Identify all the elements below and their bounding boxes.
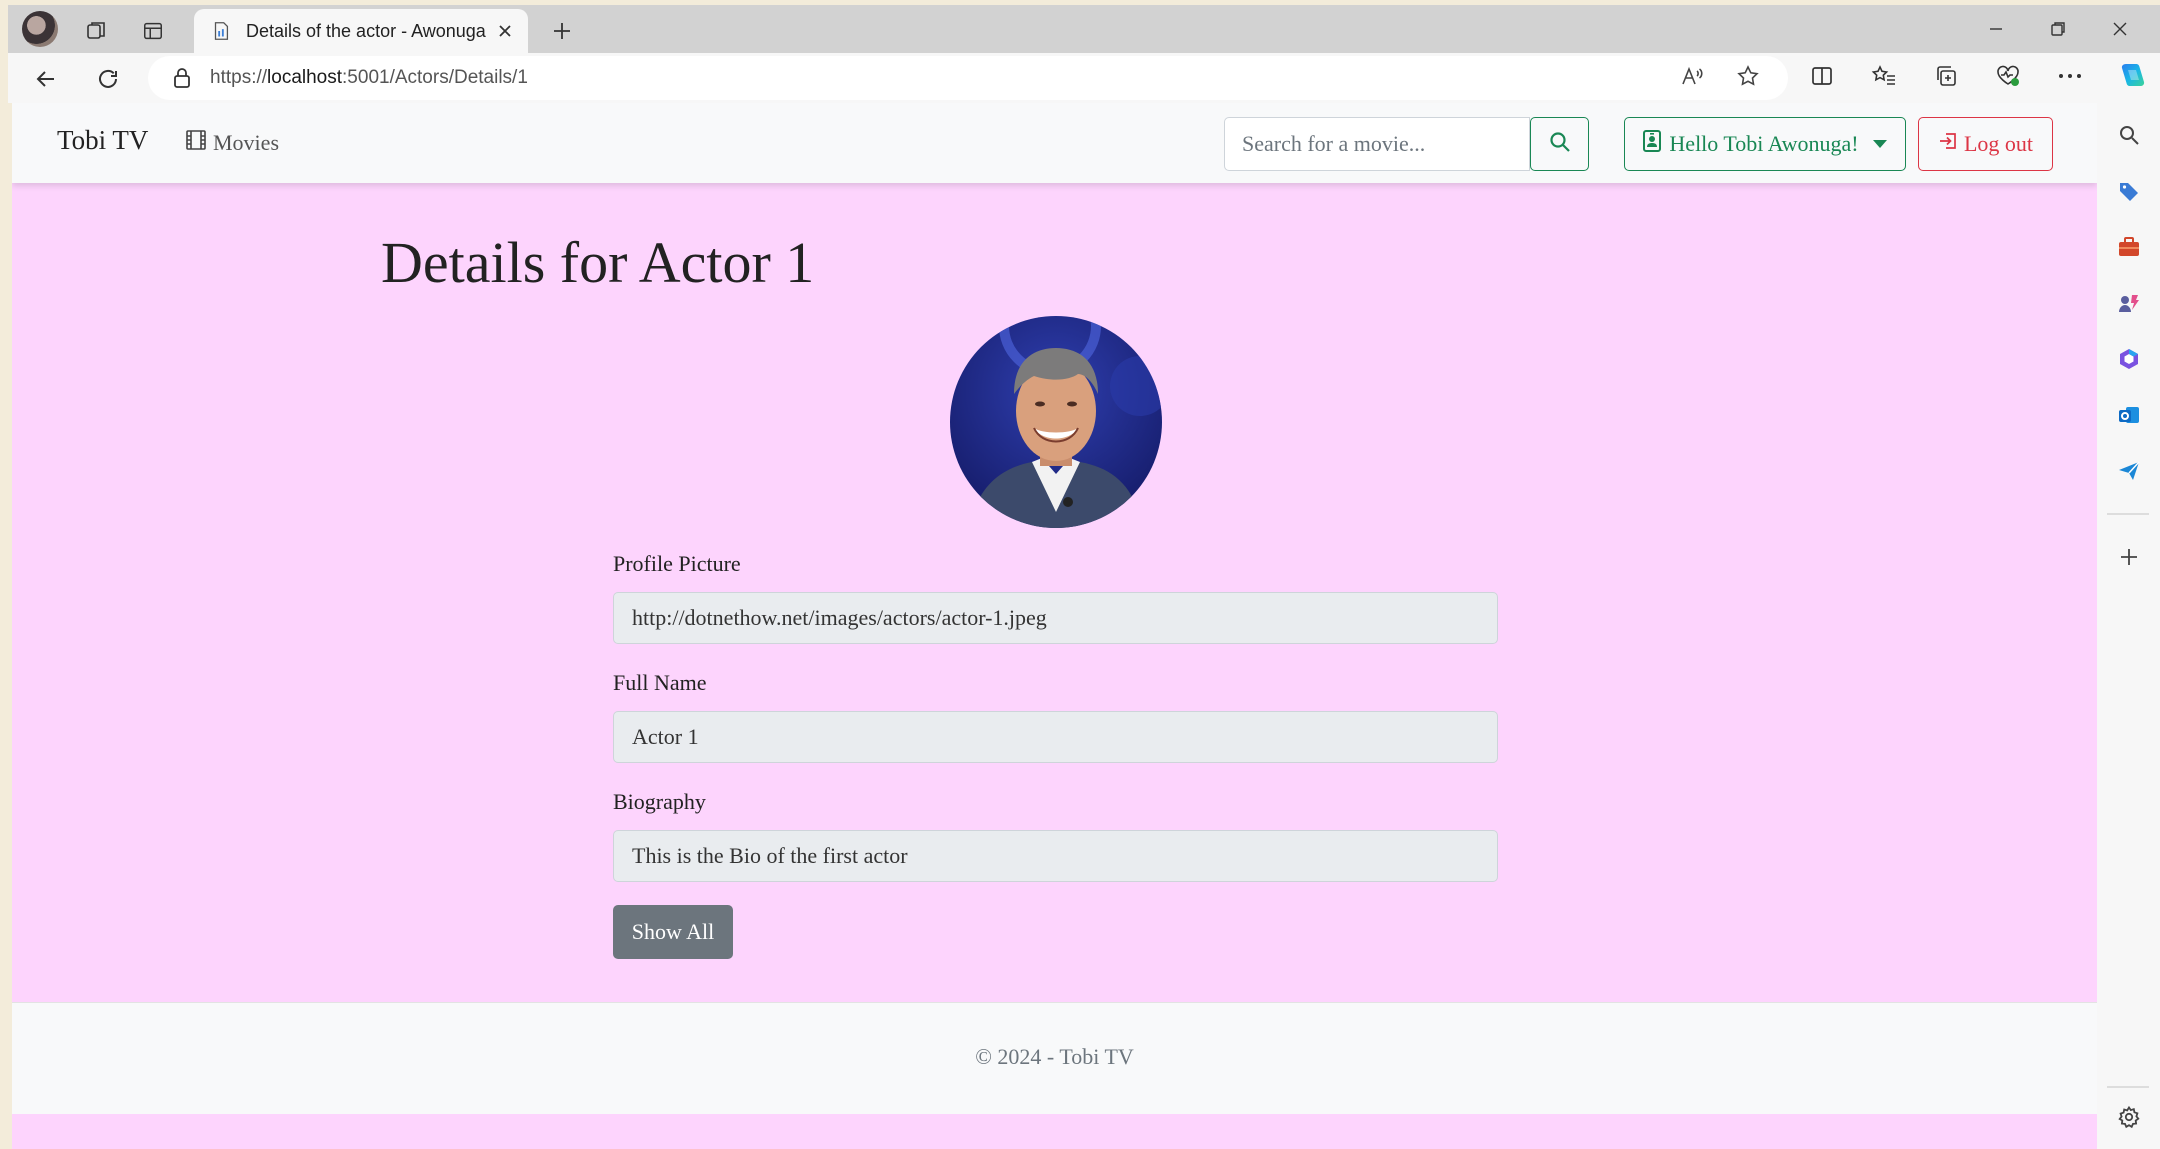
outlook-icon[interactable] [2109, 395, 2149, 435]
logout-label: Log out [1963, 131, 2034, 156]
shopping-tag-icon[interactable] [2109, 171, 2149, 211]
user-menu-label: Hello Tobi Awonuga! [1669, 131, 1859, 156]
sidebar-divider [2107, 513, 2149, 515]
full-name-field[interactable]: Actor 1 [613, 711, 1498, 763]
footer-copyright: © 2024 - Tobi TV [975, 1044, 1134, 1069]
more-icon[interactable] [2050, 56, 2090, 96]
read-aloud-icon[interactable] [1672, 56, 1712, 96]
tab-title: Details of the actor - Awonuga [246, 20, 486, 41]
web-page: Tobi TV Movies Search for a movie... Hel… [12, 103, 2097, 1149]
browser-essentials-icon[interactable] [1988, 56, 2028, 96]
film-icon [185, 129, 207, 157]
close-window-icon[interactable] [2090, 9, 2150, 49]
search-input[interactable]: Search for a movie... [1224, 117, 1530, 171]
profile-avatar-icon[interactable] [22, 11, 58, 47]
send-icon[interactable] [2109, 451, 2149, 491]
copilot-icon[interactable] [2112, 56, 2152, 96]
tab-details-actor[interactable]: Details of the actor - Awonuga [194, 9, 528, 53]
restore-icon[interactable] [2028, 9, 2088, 49]
refresh-icon[interactable] [88, 59, 128, 99]
new-tab-button[interactable] [544, 13, 580, 49]
site-footer: © 2024 - Tobi TV [12, 1002, 2097, 1114]
site-navbar: Tobi TV Movies Search for a movie... Hel… [12, 103, 2097, 183]
user-menu-button[interactable]: Hello Tobi Awonuga! [1624, 117, 1906, 171]
address-bar[interactable]: https://localhost:5001/Actors/Details/1 [148, 56, 1788, 100]
browser-toolbar: https://localhost:5001/Actors/Details/1 [8, 53, 2160, 103]
field-label: Full Name [613, 670, 707, 695]
search-icon [1549, 131, 1571, 158]
search-button[interactable] [1530, 117, 1589, 171]
tools-icon[interactable] [2109, 227, 2149, 267]
actor-avatar [950, 316, 1162, 528]
microsoft-365-icon[interactable] [2109, 339, 2149, 379]
chevron-down-icon [1872, 140, 1887, 148]
field-label: Profile Picture [613, 551, 741, 576]
favorite-star-icon[interactable] [1728, 56, 1768, 96]
search-icon[interactable] [2109, 115, 2149, 155]
workspaces-icon[interactable] [78, 13, 114, 49]
browser-side-panel [2097, 103, 2160, 1149]
lock-icon[interactable] [172, 67, 192, 94]
back-icon[interactable] [26, 59, 66, 99]
brand-link[interactable]: Tobi TV [57, 125, 148, 156]
collections-icon[interactable] [1926, 56, 1966, 96]
sidebar-divider [2107, 1086, 2149, 1088]
split-screen-icon[interactable] [1802, 56, 1842, 96]
close-icon[interactable] [488, 14, 522, 48]
add-icon[interactable] [2109, 537, 2149, 577]
movies-nav-label: Movies [213, 130, 279, 155]
minimize-icon[interactable] [1966, 9, 2026, 49]
url-text: https://localhost:5001/Actors/Details/1 [210, 67, 528, 88]
logout-icon [1938, 131, 1958, 157]
person-badge-icon [1643, 130, 1662, 158]
browser-tab-bar: Details of the actor - Awonuga [8, 5, 2160, 53]
show-all-button[interactable]: Show All [613, 905, 733, 959]
logout-button[interactable]: Log out [1918, 117, 2053, 171]
movies-nav-link[interactable]: Movies [185, 129, 279, 157]
tab-actions-icon[interactable] [135, 13, 171, 49]
games-icon[interactable] [2109, 283, 2149, 323]
page-title: Details for Actor 1 [381, 230, 815, 295]
biography-field[interactable]: This is the Bio of the first actor [613, 830, 1498, 882]
profile-picture-field[interactable]: http://dotnethow.net/images/actors/actor… [613, 592, 1498, 644]
field-label: Biography [613, 789, 706, 814]
search-placeholder: Search for a movie... [1242, 131, 1426, 156]
favorites-icon[interactable] [1864, 56, 1904, 96]
page-icon [210, 20, 232, 42]
settings-icon[interactable] [2109, 1097, 2149, 1137]
